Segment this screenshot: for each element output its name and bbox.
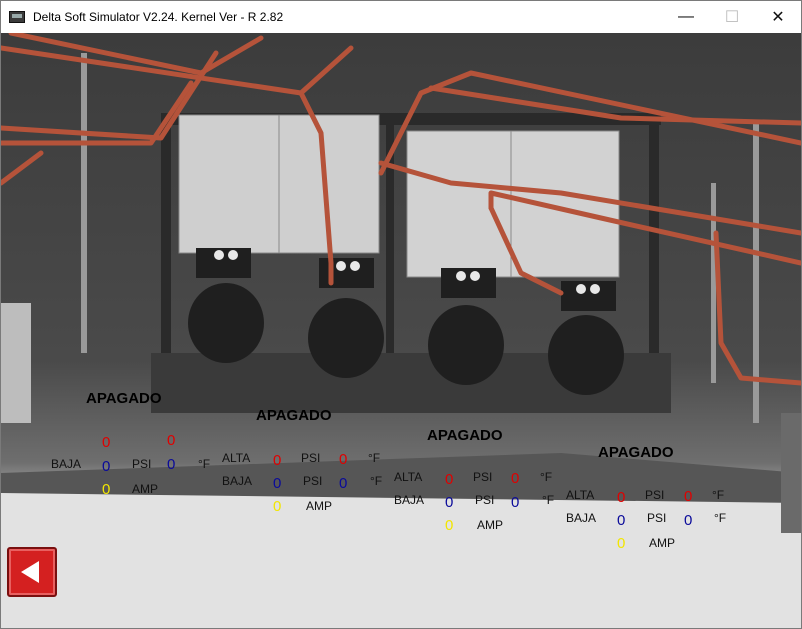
compressor-2-baja-temp-unit: °F xyxy=(370,474,383,488)
compressor-1-amp-label: AMP xyxy=(132,482,159,496)
compressor-2-alta-temp-unit: °F xyxy=(368,451,381,465)
compressor-3-alta-temp: 0 xyxy=(511,470,520,487)
compressor-4-amp: 0 xyxy=(617,535,626,552)
compressor-2-alta-psi-label: PSI xyxy=(301,451,321,465)
maximize-button[interactable]: ☐ xyxy=(709,1,755,33)
compressor-1-baja-psi: 0 xyxy=(102,458,111,475)
compressor-3-alta-psi: 0 xyxy=(445,471,454,488)
compressor-2-baja-label: BAJA xyxy=(222,474,253,488)
compressor-3-alta-label: ALTA xyxy=(394,470,423,484)
compressor-2-alta-psi: 0 xyxy=(273,452,282,469)
window-title: Delta Soft Simulator V2.24. Kernel Ver -… xyxy=(33,10,284,24)
compressor-3-amp: 0 xyxy=(445,517,454,534)
compressor-1-baja-temp: 0 xyxy=(167,456,176,473)
app-window: Delta Soft Simulator V2.24. Kernel Ver -… xyxy=(0,0,802,629)
compressor-1-status: APAGADO xyxy=(86,390,162,407)
compressor-3-amp-label: AMP xyxy=(477,518,504,532)
close-button[interactable]: ✕ xyxy=(755,1,801,33)
compressor-3-baja-temp: 0 xyxy=(511,494,520,511)
compressor-rack-illustration xyxy=(1,33,801,628)
simulation-scene: APAGADO 0 0 BAJA 0 PSI 0 °F 0 AMP APAGAD… xyxy=(1,33,801,628)
compressor-4-amp-label: AMP xyxy=(649,536,676,550)
arrow-left-icon xyxy=(21,561,39,583)
compressor-4-alta-psi-label: PSI xyxy=(645,488,665,502)
compressor-4-alta-temp-unit: °F xyxy=(712,488,725,502)
compressor-2-amp-label: AMP xyxy=(306,499,333,513)
minimize-button[interactable]: — xyxy=(663,1,709,33)
compressor-1-alta-psi: 0 xyxy=(102,434,111,451)
title-bar[interactable]: Delta Soft Simulator V2.24. Kernel Ver -… xyxy=(1,1,801,33)
compressor-2-baja-psi: 0 xyxy=(273,475,282,492)
compressor-2-baja-psi-label: PSI xyxy=(303,474,323,488)
compressor-2-baja-temp: 0 xyxy=(339,475,348,492)
app-icon xyxy=(9,11,25,23)
compressor-4-baja-label: BAJA xyxy=(566,511,597,525)
compressor-2-alta-temp: 0 xyxy=(339,451,348,468)
compressor-4-alta-temp: 0 xyxy=(684,488,693,505)
compressor-3-baja-psi: 0 xyxy=(445,494,454,511)
compressor-1-psi-label: PSI xyxy=(132,457,152,471)
compressor-3-alta-psi-label: PSI xyxy=(473,470,493,484)
compressor-1-amp: 0 xyxy=(102,481,111,498)
compressor-4-alta-label: ALTA xyxy=(566,488,595,502)
compressor-1-temp-unit: °F xyxy=(198,457,211,471)
compressor-4-baja-psi-label: PSI xyxy=(647,511,667,525)
compressor-1-alta-temp: 0 xyxy=(167,432,176,449)
compressor-4-baja-temp: 0 xyxy=(684,512,693,529)
compressor-4-status: APAGADO xyxy=(598,444,674,461)
compressor-1-baja-label: BAJA xyxy=(51,457,82,471)
compressor-2-status: APAGADO xyxy=(256,407,332,424)
compressor-2-alta-label: ALTA xyxy=(222,451,251,465)
compressor-4-baja-psi: 0 xyxy=(617,512,626,529)
compressor-2-amp: 0 xyxy=(273,498,282,515)
back-button[interactable] xyxy=(7,547,57,597)
compressor-3-baja-temp-unit: °F xyxy=(542,493,555,507)
compressor-3-baja-psi-label: PSI xyxy=(475,493,495,507)
compressor-3-baja-label: BAJA xyxy=(394,493,425,507)
compressor-4-alta-psi: 0 xyxy=(617,489,626,506)
compressor-3-status: APAGADO xyxy=(427,427,503,444)
compressor-4-baja-temp-unit: °F xyxy=(714,511,727,525)
compressor-3-alta-temp-unit: °F xyxy=(540,470,553,484)
